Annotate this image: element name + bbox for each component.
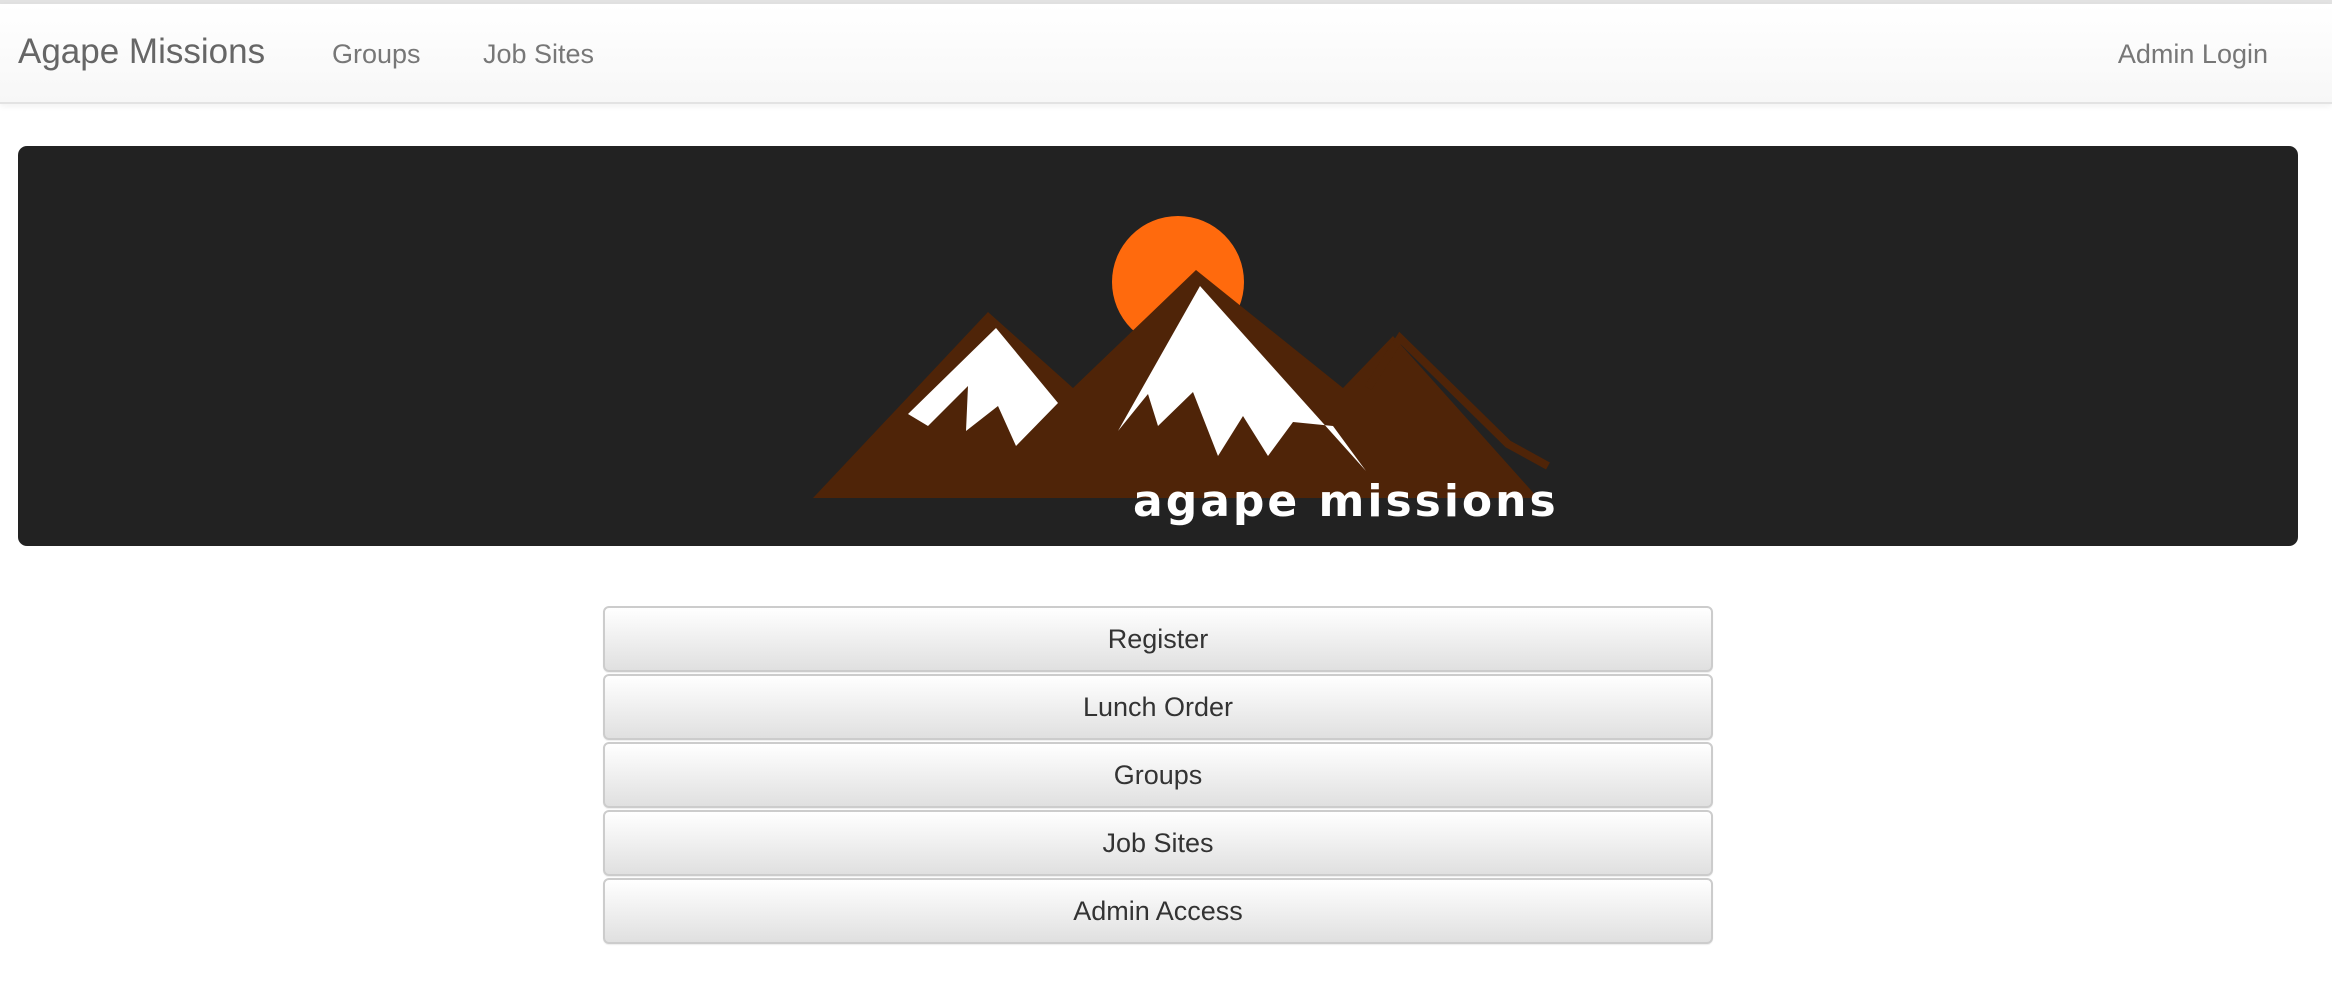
logo-text: agape missions (1133, 476, 1559, 527)
register-button[interactable]: Register (603, 606, 1713, 672)
lunch-order-button[interactable]: Lunch Order (603, 674, 1713, 740)
admin-access-button[interactable]: Admin Access (603, 878, 1713, 944)
action-buttons: Register Lunch Order Groups Job Sites Ad… (603, 606, 1713, 946)
mountain-logo (813, 216, 1550, 498)
nav-link-admin-login[interactable]: Admin Login (2118, 36, 2268, 72)
hero-banner: agape missions (18, 146, 2298, 546)
nav-link-groups[interactable]: Groups (332, 36, 421, 72)
groups-button[interactable]: Groups (603, 742, 1713, 808)
nav-link-job-sites[interactable]: Job Sites (483, 36, 594, 72)
brand-link[interactable]: Agape Missions (18, 30, 265, 74)
navbar: Agape Missions Groups Job Sites Admin Lo… (0, 4, 2332, 104)
job-sites-button[interactable]: Job Sites (603, 810, 1713, 876)
